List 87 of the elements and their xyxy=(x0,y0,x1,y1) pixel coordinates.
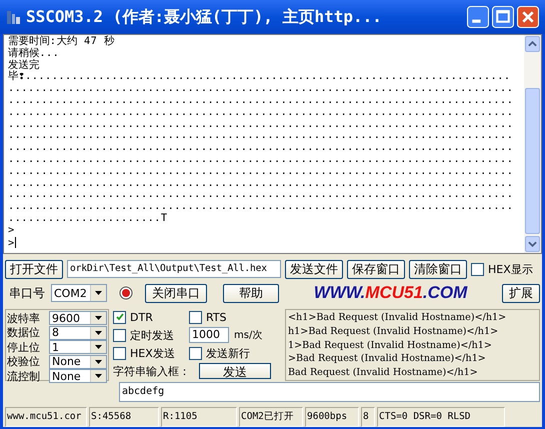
prompt-line: > xyxy=(8,224,16,237)
status-field: R:1105 xyxy=(161,407,237,427)
setting-label: 校验位 xyxy=(7,354,41,369)
chevron-down-icon xyxy=(528,241,537,247)
window-title: SSCOM3.2 (作者:聂小猛(丁丁), 主页http... xyxy=(26,6,383,28)
history-line: <h1>Bad Request (Invalid Hostname)</h1> xyxy=(288,311,508,325)
checkbox-label: 定时发送 xyxy=(130,328,174,342)
status-field: COM2已打开 xyxy=(239,407,303,427)
status-field: S:45568 xyxy=(89,407,159,427)
port-label: 串口号 xyxy=(9,284,45,302)
send-input[interactable]: abcdefg xyxy=(119,382,540,402)
checkbox-label: HEX显示 xyxy=(488,262,533,276)
scroll-down-button[interactable] xyxy=(525,236,540,252)
output-line: ............................................................................ xyxy=(8,166,514,178)
setting-dropdown[interactable]: None xyxy=(49,354,107,368)
output-line: ............................................................................ xyxy=(8,189,514,202)
checkbox-label: 发送新行 xyxy=(206,346,250,360)
setting-dropdown[interactable]: None xyxy=(49,369,107,383)
output-line: ............................................................................ xyxy=(8,178,514,190)
checkbox-label: DTR xyxy=(130,310,153,324)
status-field: 8 xyxy=(361,407,375,427)
dropdown-arrow-icon xyxy=(95,316,102,320)
port-dropdown[interactable]: COM2 xyxy=(51,284,107,302)
checkbox[interactable] xyxy=(189,346,202,360)
checkbox[interactable] xyxy=(113,346,126,360)
close-button[interactable] xyxy=(517,6,539,28)
output-line: ............................................................................ xyxy=(8,142,514,154)
setting-label: 数据位 xyxy=(7,325,41,340)
setting-dropdown[interactable]: 9600 xyxy=(49,311,107,325)
setting-label: 波特率 xyxy=(7,310,41,326)
scroll-thumb[interactable] xyxy=(525,88,540,234)
send-button[interactable]: 发送 xyxy=(199,363,271,379)
output-line: ............................................................................ xyxy=(8,106,514,119)
history-line: 1>Bad Request (Invalid Hostname)</h1> xyxy=(288,338,493,352)
checkbox[interactable] xyxy=(113,328,126,342)
output-line: ............................................................................ xyxy=(8,94,514,107)
scroll-up-button[interactable] xyxy=(525,36,540,52)
checkbox[interactable] xyxy=(113,310,126,324)
checkbox-label: RTS xyxy=(206,310,227,324)
dropdown-arrow-icon xyxy=(95,360,102,364)
checkmark-icon xyxy=(116,313,124,321)
output-line: 请稍候... xyxy=(8,48,60,59)
close-port-button[interactable]: 关闭串口 xyxy=(145,284,207,302)
output-line: 发送完 xyxy=(8,60,40,71)
file-path-field[interactable]: orkDir\Test_All\Output\Test_All.hex xyxy=(67,260,281,278)
status-field: www.mcu51.cor xyxy=(5,407,87,427)
help-button[interactable]: 帮助 xyxy=(223,284,279,302)
status-light-icon xyxy=(119,286,133,300)
setting-dropdown[interactable]: 1 xyxy=(49,340,107,354)
scrollbar[interactable] xyxy=(524,35,541,253)
output-line: ............................................................................ xyxy=(8,154,514,166)
toolbar-button[interactable]: 清除窗口 xyxy=(409,260,467,278)
unit-label: ms/次 xyxy=(234,329,262,342)
toolbar-button[interactable]: 发送文件 xyxy=(285,260,343,278)
checkbox[interactable] xyxy=(471,262,484,276)
output-line: ............................................................................ xyxy=(8,118,514,130)
open-file-button[interactable]: 打开文件 xyxy=(5,260,63,278)
checkbox[interactable] xyxy=(189,310,202,324)
interval-field[interactable]: 1000 xyxy=(189,327,229,343)
expand-button[interactable]: 扩展 xyxy=(502,284,540,302)
history-line: >Bad Request (Invalid Hostname)</h1> xyxy=(288,352,487,366)
dropdown-arrow-icon xyxy=(95,345,102,349)
setting-label: 停止位 xyxy=(7,340,41,354)
output-line: ............................................................................ xyxy=(8,83,514,95)
input-label: 字符串输入框： xyxy=(113,364,191,378)
minimize-button[interactable] xyxy=(467,6,489,28)
checkbox-label: HEX发送 xyxy=(130,346,175,360)
output-line: 需要时间:大约 47 秒 xyxy=(8,36,116,47)
prompt-line: > xyxy=(8,236,17,248)
toolbar-button[interactable]: 保存窗口 xyxy=(347,260,405,278)
maximize-button[interactable] xyxy=(492,6,514,28)
dropdown-arrow-icon xyxy=(95,374,102,378)
website-logo: WWW.MCU51.COM xyxy=(312,283,468,303)
status-field: CTS=0 DSR=0 RLSD xyxy=(377,407,505,427)
dropdown-arrow-icon xyxy=(95,330,102,334)
app-icon xyxy=(6,9,22,25)
output-line: 毕❢......................................................................... xyxy=(8,71,512,84)
setting-label: 流控制 xyxy=(7,368,41,384)
output-line: ............................................................................ xyxy=(8,130,514,142)
status-field: 9600bps xyxy=(305,407,359,427)
dropdown-arrow-icon xyxy=(95,291,102,295)
chevron-up-icon xyxy=(528,41,537,47)
output-line: ............................................................................ xyxy=(8,201,514,213)
setting-dropdown[interactable]: 8 xyxy=(49,326,107,340)
history-line: h1>Bad Request (Invalid Hostname)</h1> xyxy=(288,324,500,339)
output-line: .......................T xyxy=(8,212,169,225)
history-line: Bad Request (Invalid Hostname)</h1> xyxy=(288,366,479,380)
